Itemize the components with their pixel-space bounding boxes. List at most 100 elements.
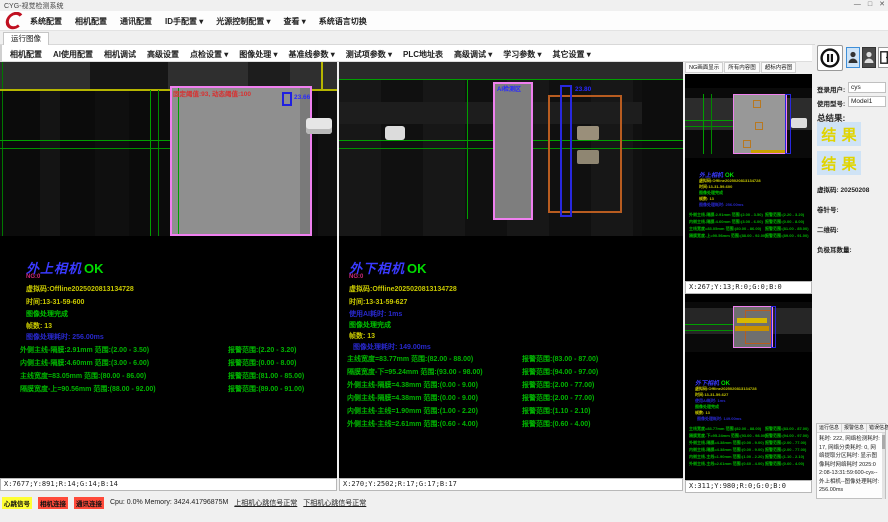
tab-count-label: 负极耳数量: bbox=[817, 244, 852, 254]
toolbar-item[interactable]: 相机调试 bbox=[104, 49, 136, 60]
result-ok: OK bbox=[84, 261, 104, 276]
toolbar-item[interactable]: 学习参数 ▾ bbox=[503, 49, 541, 60]
menu-item[interactable]: 光源控制配置 ▾ bbox=[216, 16, 270, 27]
toolbar-item[interactable]: 其它设置 ▾ bbox=[553, 49, 591, 60]
close-button[interactable]: ✕ bbox=[879, 0, 885, 10]
toolbar-item[interactable]: 点检设置 ▾ bbox=[190, 49, 228, 60]
camera-view-upper[interactable]: 固定阈值:93, 动态阈值:100 23.66 外上相机OK NG:0 虚拟码:… bbox=[0, 62, 337, 478]
measure-value: 隔膜宽度-下=95.24mm 范围:(93.00 - 98.00) bbox=[689, 433, 766, 439]
camera-view-lower[interactable]: AI检测区 23.80 外下相机OK NG:0 虚拟码:Offline20250… bbox=[339, 62, 683, 478]
pixel-status-upper: X:7677;Y:891;R:14;G:14;B:14 bbox=[0, 478, 337, 491]
measure-line bbox=[158, 90, 159, 236]
operator-button[interactable] bbox=[862, 47, 876, 68]
ng-thumbnail-lower[interactable]: 外下相机OK 虚拟码:Offline2025020813134728 时间:13… bbox=[685, 294, 812, 480]
toolbar: 相机配置 AI使用配置相机调试高级设置点检设置 ▾ 图像处理 ▾ 基准线参数 ▾ 测试项… bbox=[0, 45, 812, 62]
login-user-button[interactable] bbox=[846, 47, 860, 68]
measure-rows: 主线宽度=83.77mm 范围:(82.00 - 88.00) 报警范围:(83… bbox=[689, 426, 809, 468]
tab-run-image[interactable]: 运行图像 bbox=[3, 32, 49, 45]
log-text: 耗时: 222, 网络检测耗时: 17, 网络分类耗时: 0, 网络提取分区耗时… bbox=[817, 433, 885, 497]
log-tab[interactable]: 错误信息 bbox=[867, 424, 888, 432]
measure-rows: 外侧主线-隔膜:2.91mm 范围:(2.00 - 3.50) 报警范围:(2.… bbox=[689, 212, 809, 240]
pixel-status-ng-upper: X:267;Y:13;R:0;G:0;B:0 bbox=[685, 281, 812, 294]
alarm-range: 报警范围:(1.10 - 2.10) bbox=[522, 406, 590, 416]
toolbar-item[interactable]: 测试项参数 ▾ bbox=[346, 49, 392, 60]
window-controls: — □ ✕ bbox=[854, 0, 885, 10]
ng-count-line: NG:0 bbox=[26, 274, 40, 280]
app-logo-icon bbox=[4, 12, 23, 30]
main-area: 固定阈值:93, 动态阈值:100 23.66 外上相机OK NG:0 虚拟码:… bbox=[0, 62, 888, 496]
measure-value: 外侧主线-隔膜:2.91mm 范围:(2.00 - 3.50) bbox=[689, 212, 763, 218]
toolbar-item[interactable]: 图像处理 ▾ bbox=[239, 49, 277, 60]
log-tab[interactable]: 报警信息 bbox=[842, 424, 867, 432]
camera-image-lower[interactable]: AI检测区 23.80 bbox=[339, 62, 683, 236]
measure-row: 内侧主线-隔膜=4.38mm 范围:(0.00 - 9.00) 报警范围:(2.… bbox=[347, 393, 677, 406]
ng-view-tab[interactable]: 所有内容图 bbox=[724, 62, 760, 73]
login-user-field[interactable]: cys bbox=[848, 82, 886, 93]
measure-value: 内侧主线-隔膜:4.60mm 范围:(3.00 - 6.00) bbox=[20, 358, 149, 368]
background-seam bbox=[95, 90, 129, 236]
camera-image-upper[interactable]: 固定阈值:93, 动态阈值:100 23.66 bbox=[0, 62, 337, 236]
measure-value: 内侧主线-隔膜=4.38mm 范围:(0.00 - 9.00) bbox=[689, 447, 764, 453]
maximize-button[interactable]: □ bbox=[868, 0, 872, 10]
alarm-range: 报警范围:(0.60 - 4.00) bbox=[522, 419, 590, 429]
tab-connector bbox=[791, 118, 807, 128]
alarm-range: 报警范围:(1.10 - 2.10) bbox=[765, 454, 804, 460]
measure-line bbox=[685, 126, 733, 127]
logout-icon bbox=[880, 51, 888, 64]
alarm-range: 报警范围:(2.00 - 77.00) bbox=[765, 440, 806, 446]
toolbar-item[interactable]: 高级调试 ▾ bbox=[454, 49, 492, 60]
time-line: 时间:13-31-59-627 bbox=[349, 297, 407, 307]
result-ok: OK bbox=[407, 261, 427, 276]
ng-thumbnail-upper[interactable]: 外上相机OK 虚拟码:Offline2025020813134728 时间:13… bbox=[685, 74, 812, 281]
menu-item[interactable]: 系统配置 bbox=[30, 16, 62, 27]
ng-view-tab[interactable]: 超标内容图 bbox=[761, 62, 797, 73]
measure-row: 内侧主线-主线=1.90mm 范围:(1.00 - 2.20) 报警范围:(1.… bbox=[347, 406, 677, 419]
roi-orange-rect bbox=[743, 140, 751, 148]
menu-item[interactable]: 查看 ▾ bbox=[284, 16, 306, 27]
baseline-yellow-vertical bbox=[321, 62, 323, 91]
window-title: CYG-视觉检测系统 bbox=[4, 1, 64, 11]
measure-row: 外侧主线-隔膜:2.91mm 范围:(2.00 - 3.50) 报警范围:(2.… bbox=[689, 212, 809, 219]
log-scrollbar[interactable] bbox=[882, 433, 885, 499]
ng-count-line: NG:0 bbox=[349, 274, 363, 280]
ng-view-tab[interactable]: NG画面显示 bbox=[685, 62, 723, 73]
qr-code-label: 二维码: bbox=[817, 224, 839, 234]
menu-item[interactable]: ID手配置 ▾ bbox=[165, 16, 203, 27]
pause-button[interactable] bbox=[817, 45, 843, 71]
virtual-code-line: 虚拟码:Offline2025020813134728 bbox=[349, 284, 457, 294]
toolbar-item[interactable]: AI使用配置 bbox=[53, 49, 93, 60]
menu-item[interactable]: 通讯配置 bbox=[120, 16, 152, 27]
toolbar-item[interactable]: 高级设置 bbox=[147, 49, 179, 60]
exit-button[interactable] bbox=[878, 47, 888, 68]
toolbar-item[interactable]: 基准线参数 ▾ bbox=[289, 49, 335, 60]
measure-marker-rect bbox=[771, 306, 776, 348]
toolbar-items: 相机配置 AI使用配置相机调试高级设置点检设置 ▾ 图像处理 ▾ 基准线参数 ▾ 测试项… bbox=[2, 45, 812, 60]
background-seam bbox=[642, 79, 683, 236]
ng-image-upper[interactable] bbox=[685, 88, 812, 158]
product-rect bbox=[170, 86, 312, 236]
measure-row: 隔膜宽度-上=90.56mm 范围:(88.00 - 92.00) 报警范围:(… bbox=[689, 233, 809, 240]
measure-rows: 外侧主线-隔膜:2.91mm 范围:(2.00 - 3.50) 报警范围:(2.… bbox=[18, 345, 333, 397]
log-tab[interactable]: 运行信息 bbox=[817, 424, 842, 432]
measure-line bbox=[685, 120, 733, 121]
minimize-button[interactable]: — bbox=[854, 0, 861, 10]
tab-strip: 运行图像 bbox=[0, 31, 888, 45]
measure-value: 主线宽度=83.77mm 范围:(82.00 - 88.00) bbox=[689, 426, 761, 432]
log-scroll-thumb[interactable] bbox=[882, 435, 885, 449]
menu-items: 系统配置 相机配置 通讯配置 ID手配置 ▾ 光源控制配置 ▾ 查看 ▾ 系统语言切换 bbox=[30, 16, 367, 27]
camera-connection-badge: 相机连接 bbox=[38, 497, 68, 509]
alarm-range: 报警范围:(2.00 - 77.00) bbox=[522, 380, 594, 390]
menu-item[interactable]: 相机配置 bbox=[75, 16, 107, 27]
measure-row: 主线宽度=83.05mm 范围:(80.00 - 86.00) 报警范围:(81… bbox=[18, 371, 333, 384]
menu-item[interactable]: 系统语言切换 bbox=[319, 16, 367, 27]
toolbar-item[interactable]: PLC地址表 bbox=[403, 49, 443, 60]
measure-value: 外侧主线-隔膜=4.38mm 范围:(0.00 - 9.00) bbox=[689, 440, 764, 446]
measure-marker-rect bbox=[282, 92, 292, 106]
elapsed-line: 图像处理耗时: 256.00ms bbox=[699, 202, 743, 208]
frame-line: 帧数: 13 bbox=[349, 331, 375, 341]
result-box-upper: 结 果 bbox=[817, 122, 861, 146]
alarm-range: 报警范围:(81.00 - 85.00) bbox=[765, 226, 809, 232]
toolbar-item[interactable]: 相机配置 bbox=[10, 49, 42, 60]
model-field[interactable]: Model1 bbox=[848, 96, 886, 107]
ng-image-lower[interactable] bbox=[685, 302, 812, 352]
